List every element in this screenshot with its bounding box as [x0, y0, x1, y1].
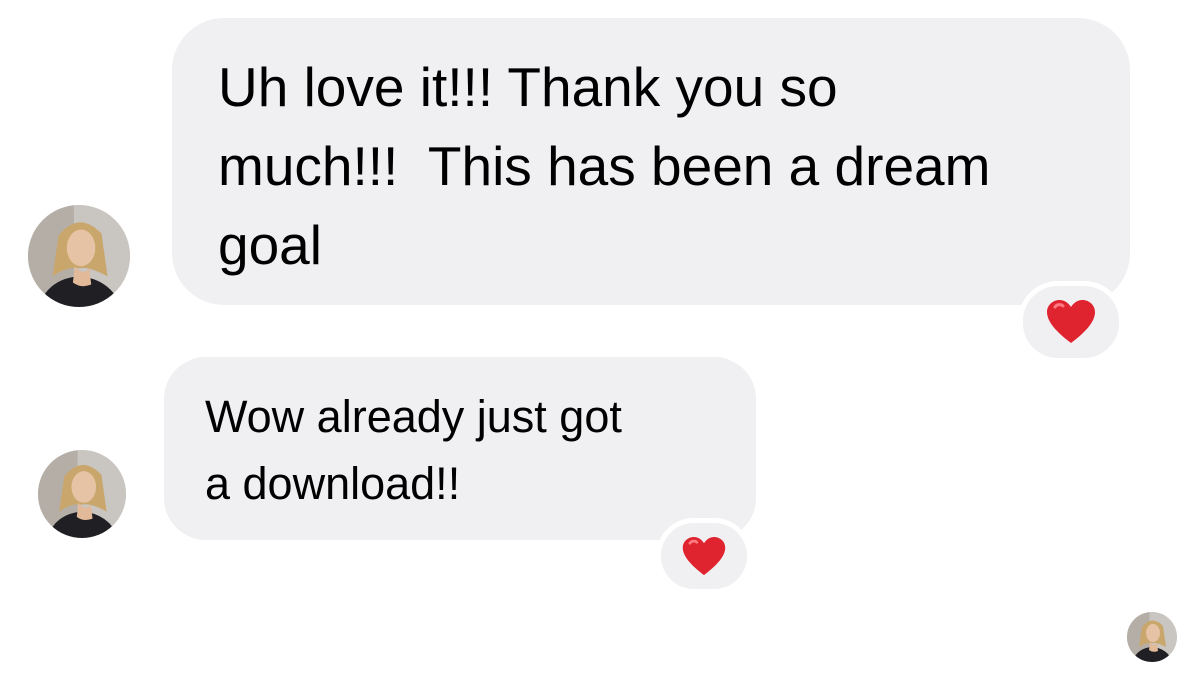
message-reaction[interactable] — [656, 518, 752, 594]
avatar-photo-icon — [28, 205, 130, 307]
heart-icon — [681, 536, 727, 577]
read-receipt-avatar — [1127, 612, 1177, 662]
avatar-photo-icon — [1127, 612, 1177, 662]
message-bubble[interactable]: Wow already just got a download!! — [164, 357, 756, 540]
avatar-photo-icon — [38, 450, 126, 538]
message-text: Wow already just got a download!! — [205, 391, 622, 509]
heart-icon — [1045, 299, 1097, 345]
sender-avatar[interactable] — [38, 450, 126, 538]
message-bubble[interactable]: Uh love it!!! Thank you so much!!! This … — [172, 18, 1130, 305]
sender-avatar[interactable] — [28, 205, 130, 307]
message-text: Uh love it!!! Thank you so much!!! This … — [218, 56, 991, 276]
message-reaction[interactable] — [1018, 281, 1124, 363]
